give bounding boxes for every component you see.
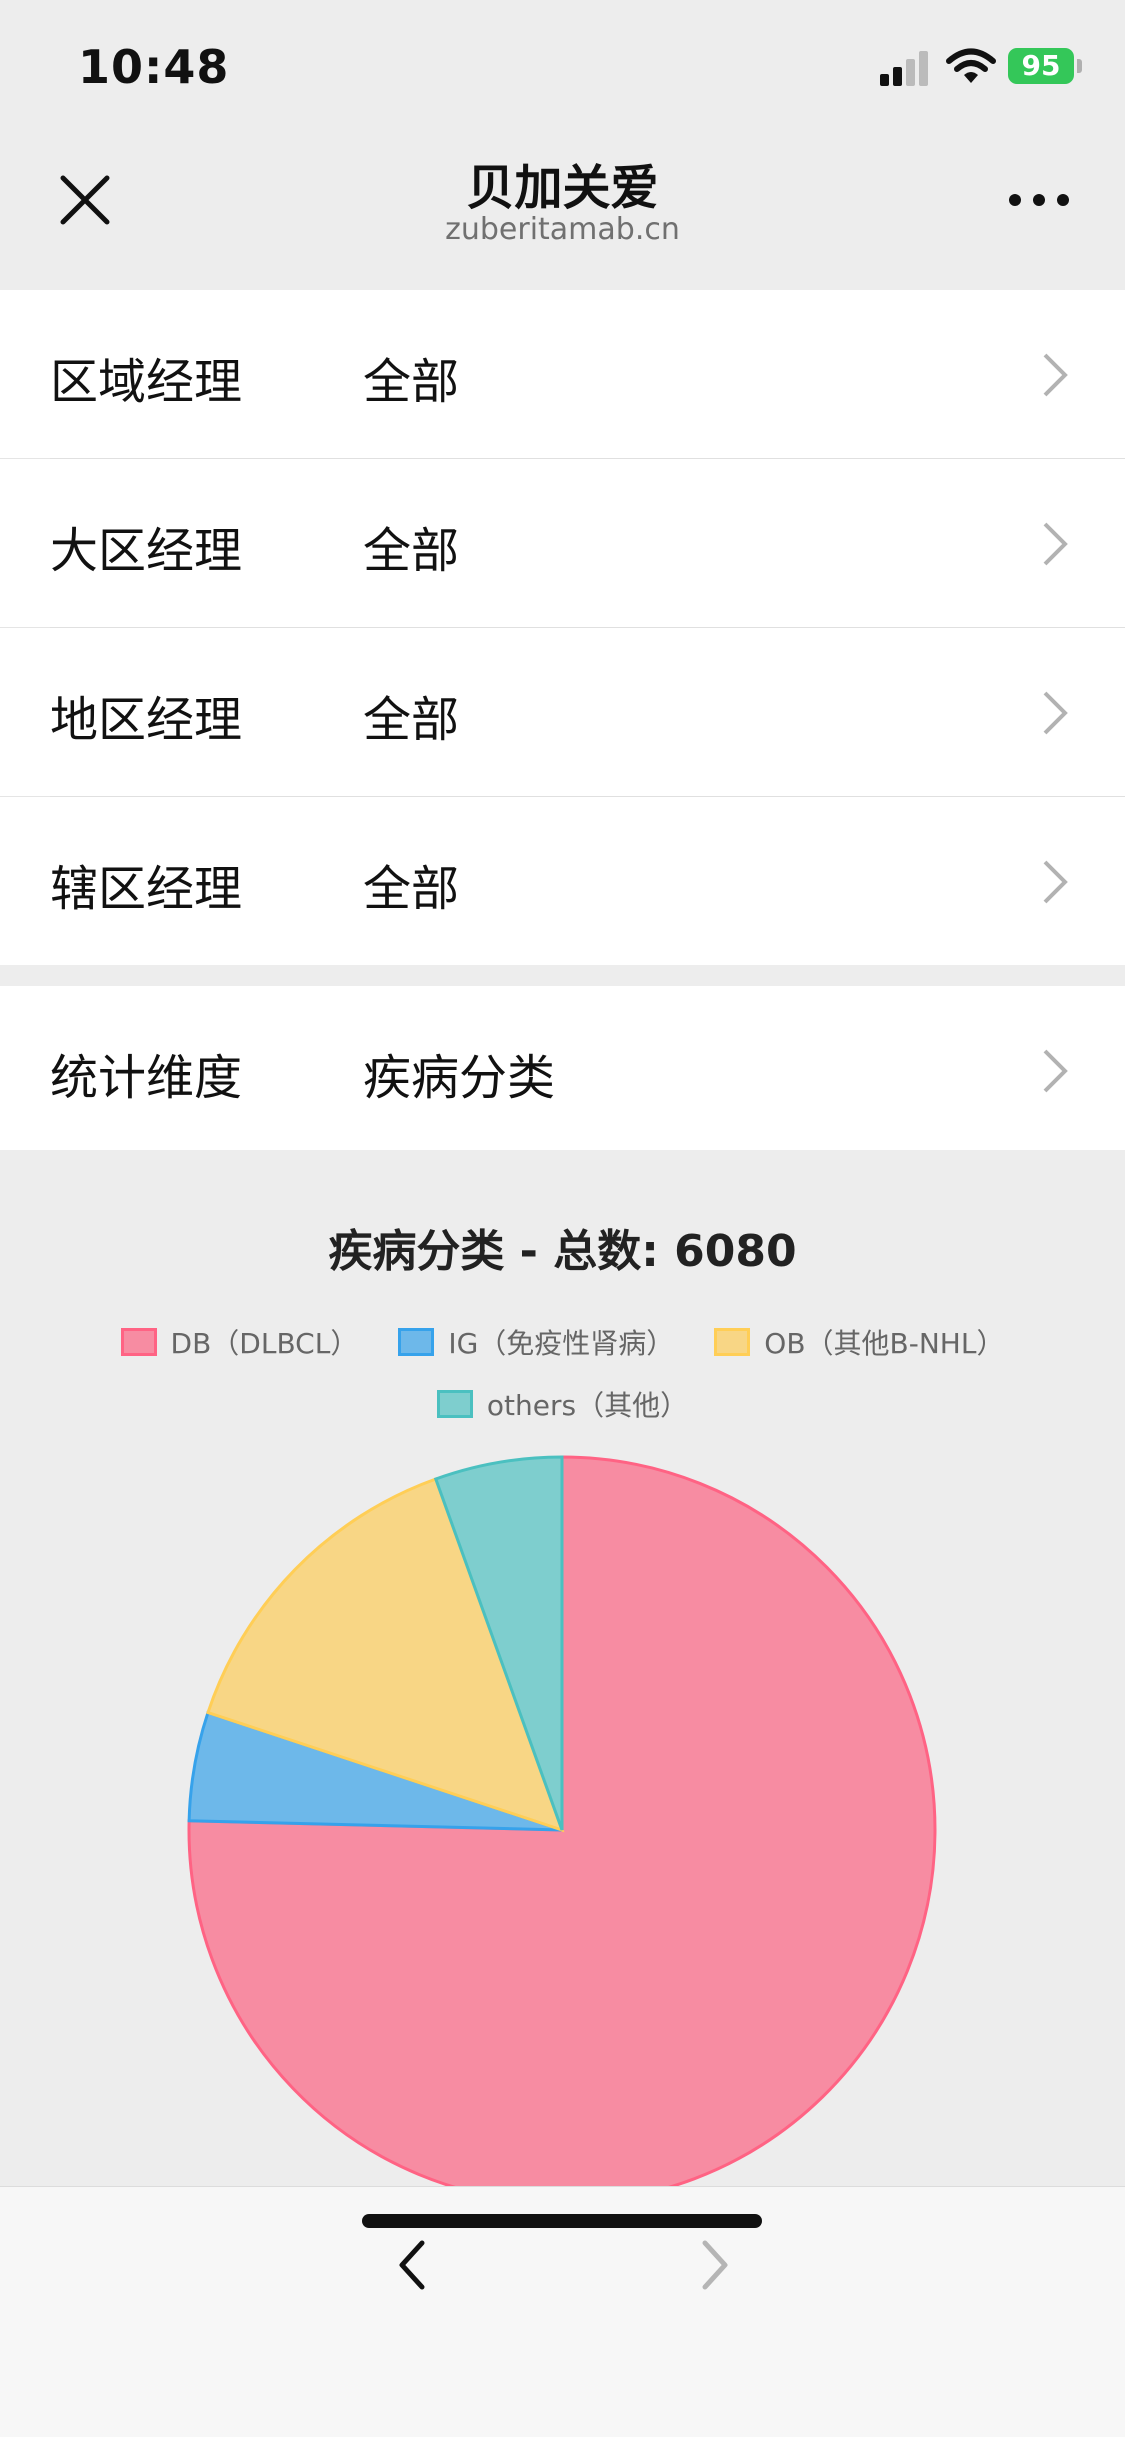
forward-arrow-icon[interactable] (695, 2235, 735, 2295)
status-time: 10:48 (78, 40, 230, 94)
legend-label: IG（免疫性肾病） (448, 1327, 675, 1360)
dimension-label: 统计维度 (50, 1050, 243, 1106)
chevron-right-icon (1043, 522, 1068, 566)
legend-swatch (398, 1328, 435, 1356)
filter-label: 大区经理 (50, 523, 243, 579)
pie-chart-canvas (187, 1455, 937, 2186)
page-title: 贝加关爱 (466, 160, 659, 216)
filter-row-area-manager[interactable]: 地区经理 全部 (0, 628, 1125, 797)
chart-legend: DB（DLBCL） IG（免疫性肾病） OB（其他B-NHL） others（其… (0, 1322, 1125, 1446)
filter-row-large-region-manager[interactable]: 大区经理 全部 (0, 459, 1125, 628)
more-icon[interactable] (1008, 185, 1070, 215)
filter-label: 辖区经理 (50, 861, 243, 917)
home-indicator (362, 2214, 762, 2228)
legend-swatch (714, 1328, 751, 1356)
page-domain: zuberitamab.cn (445, 212, 680, 247)
legend-item-others[interactable]: others（其他） (436, 1384, 689, 1424)
legend-label: OB（其他B-NHL） (764, 1327, 1005, 1360)
legend-item-ig[interactable]: IG（免疫性肾病） (398, 1322, 674, 1362)
disease-pie-chart: 疾病分类 - 总数: 6080 DB（DLBCL） IG（免疫性肾病） OB（其… (0, 1150, 1125, 2186)
battery-level: 95 (1008, 48, 1074, 84)
filter-row-statistic-dimension[interactable]: 统计维度 疾病分类 (0, 986, 1125, 1154)
status-bar: 10:48 95 (0, 0, 1125, 130)
chevron-right-icon (1043, 691, 1068, 735)
legend-swatch (436, 1390, 473, 1418)
legend-item-ob[interactable]: OB（其他B-NHL） (714, 1322, 1004, 1362)
filter-row-region-manager[interactable]: 区域经理 全部 (0, 290, 1125, 459)
filter-value: 全部 (363, 354, 460, 410)
filter-value: 全部 (363, 861, 460, 917)
legend-swatch (120, 1328, 157, 1356)
dimension-filter: 统计维度 疾病分类 (0, 986, 1125, 1154)
chart-title: 疾病分类 - 总数: 6080 (328, 1226, 797, 1277)
filter-value: 全部 (363, 523, 460, 579)
cellular-signal-icon (880, 51, 928, 86)
chevron-right-icon (1043, 353, 1068, 397)
dimension-value: 疾病分类 (363, 1050, 556, 1106)
legend-item-db[interactable]: DB（DLBCL） (120, 1322, 359, 1362)
filter-value: 全部 (363, 692, 460, 748)
manager-filter-list: 区域经理 全部 大区经理 全部 地区经理 全部 辖区经理 全部 (0, 290, 1125, 965)
nav-bar: 贝加关爱 zuberitamab.cn (0, 130, 1125, 290)
battery-icon: 95 (1008, 48, 1082, 84)
filter-label: 区域经理 (50, 354, 243, 410)
wifi-icon (946, 48, 996, 83)
legend-label: DB（DLBCL） (170, 1327, 359, 1360)
filter-label: 地区经理 (50, 692, 243, 748)
filter-row-district-manager[interactable]: 辖区经理 全部 (0, 797, 1125, 965)
chevron-right-icon (1043, 860, 1068, 904)
legend-label: others（其他） (486, 1389, 689, 1422)
back-arrow-icon[interactable] (392, 2235, 432, 2295)
chevron-right-icon (1043, 1049, 1068, 1093)
